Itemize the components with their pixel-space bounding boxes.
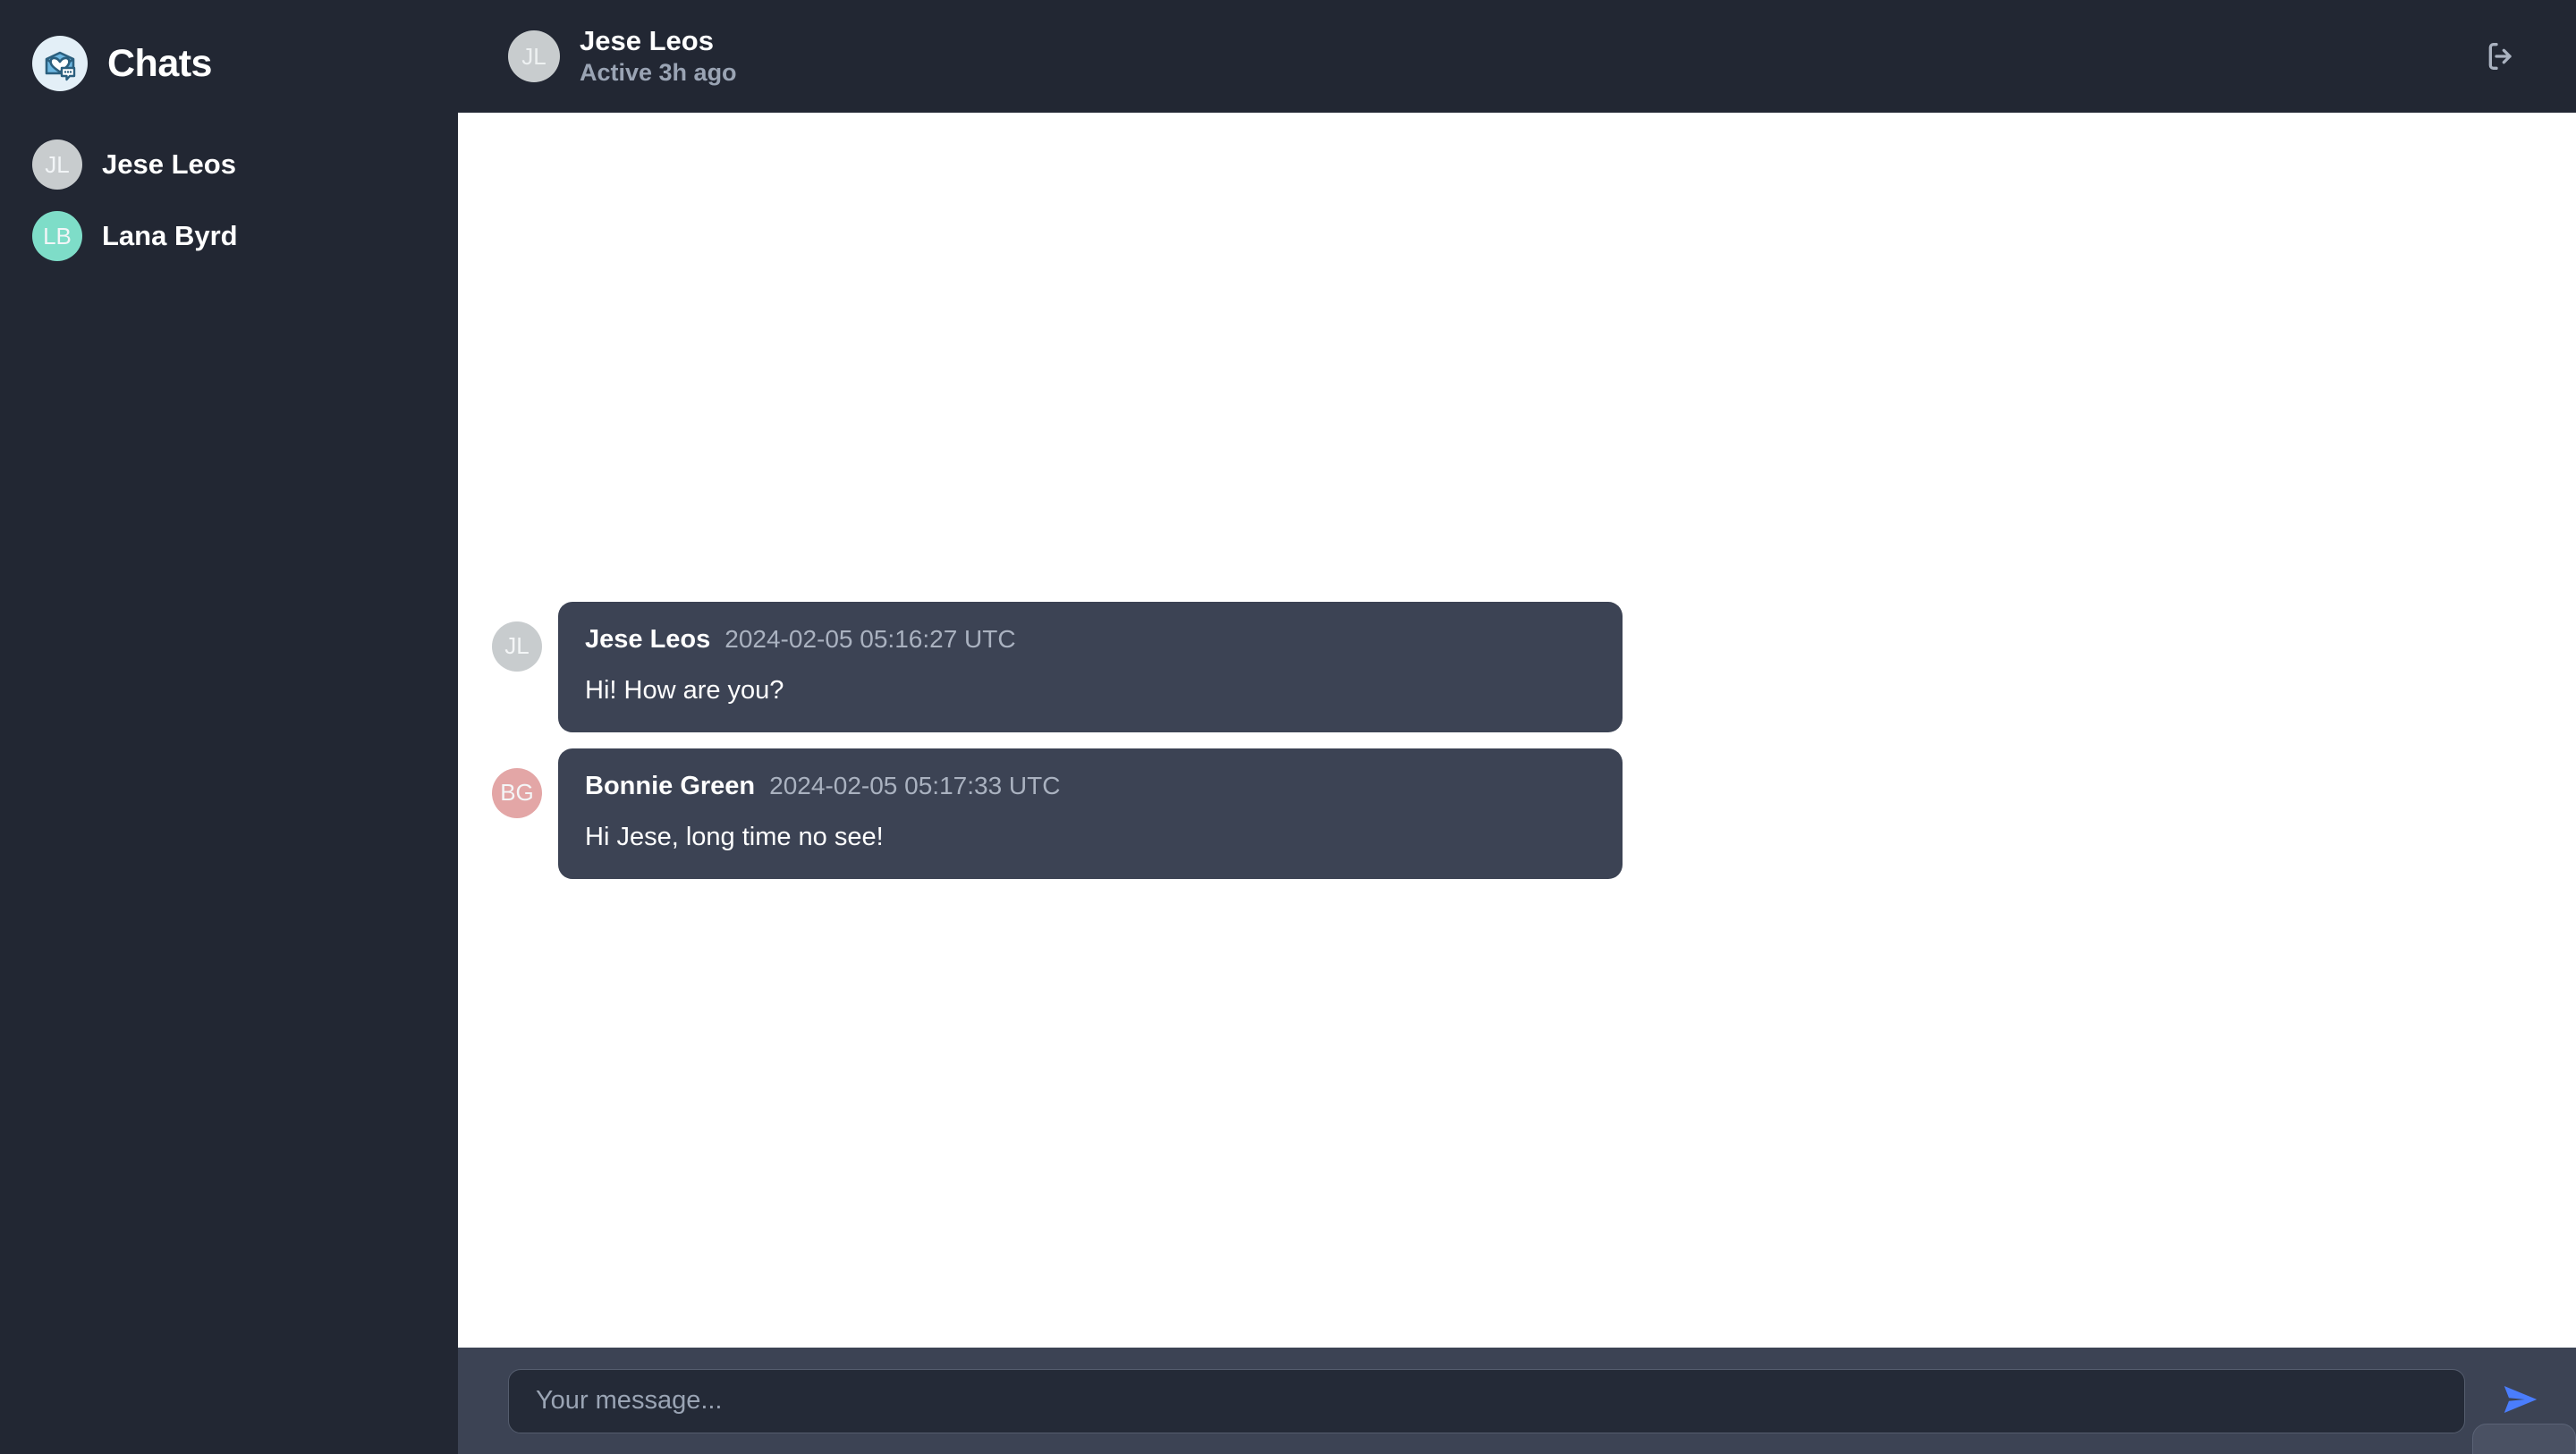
chat-partner-name: Jese Leos	[580, 25, 714, 57]
chat-header: JL Jese Leos Active 3h ago	[458, 0, 2576, 113]
avatar: LB	[32, 211, 82, 261]
avatar: JL	[508, 30, 560, 82]
corner-chip	[2472, 1424, 2576, 1454]
logout-icon[interactable]	[2476, 31, 2526, 81]
message-bubble: Jese Leos 2024-02-05 05:16:27 UTC Hi! Ho…	[558, 601, 1623, 732]
message-sender: Bonnie Green	[585, 771, 756, 800]
envelope-heart-chat-icon	[32, 36, 88, 91]
message-list: JL Jese Leos 2024-02-05 05:16:27 UTC Hi!…	[458, 113, 2576, 1348]
contact-list: JL Jese Leos LB Lana Byrd	[0, 129, 458, 272]
chat-panel: JL Jese Leos Active 3h ago JL Jese Leos …	[458, 0, 2576, 1454]
message-timestamp: 2024-02-05 05:16:27 UTC	[724, 624, 1016, 653]
sidebar: Chats JL Jese Leos LB Lana Byrd	[0, 0, 458, 1454]
chat-app: Chats JL Jese Leos LB Lana Byrd JL Jese …	[0, 0, 2576, 1454]
message-composer	[458, 1348, 2576, 1454]
message-timestamp: 2024-02-05 05:17:33 UTC	[769, 771, 1061, 799]
message-bubble: Bonnie Green 2024-02-05 05:17:33 UTC Hi …	[558, 748, 1623, 879]
send-paper-plane-icon	[2500, 1379, 2541, 1423]
message-meta: Jese Leos 2024-02-05 05:16:27 UTC	[585, 625, 1592, 655]
message-sender: Jese Leos	[585, 624, 711, 654]
status-badge: Active 3h ago	[580, 59, 737, 87]
chat-header-text: Jese Leos Active 3h ago	[580, 26, 737, 87]
avatar: JL	[32, 139, 82, 190]
message-input[interactable]	[508, 1368, 2465, 1433]
sidebar-item-label: Lana Byrd	[102, 220, 238, 251]
message-item: JL Jese Leos 2024-02-05 05:16:27 UTC Hi!…	[492, 601, 2576, 732]
sidebar-item-label: Jese Leos	[102, 148, 236, 180]
avatar: BG	[492, 767, 542, 818]
avatar: JL	[492, 621, 542, 672]
sidebar-item-lana-byrd[interactable]: LB Lana Byrd	[0, 200, 458, 272]
message-stack: JL Jese Leos 2024-02-05 05:16:27 UTC Hi!…	[458, 601, 2576, 895]
message-text: Hi Jese, long time no see!	[585, 822, 884, 851]
page-title: Chats	[107, 41, 212, 85]
message-meta: Bonnie Green 2024-02-05 05:17:33 UTC	[585, 772, 1592, 801]
brand: Chats	[0, 27, 458, 91]
message-item: BG Bonnie Green 2024-02-05 05:17:33 UTC …	[492, 748, 2576, 879]
message-text: Hi! How are you?	[585, 675, 784, 705]
sidebar-item-jese-leos[interactable]: JL Jese Leos	[0, 129, 458, 200]
